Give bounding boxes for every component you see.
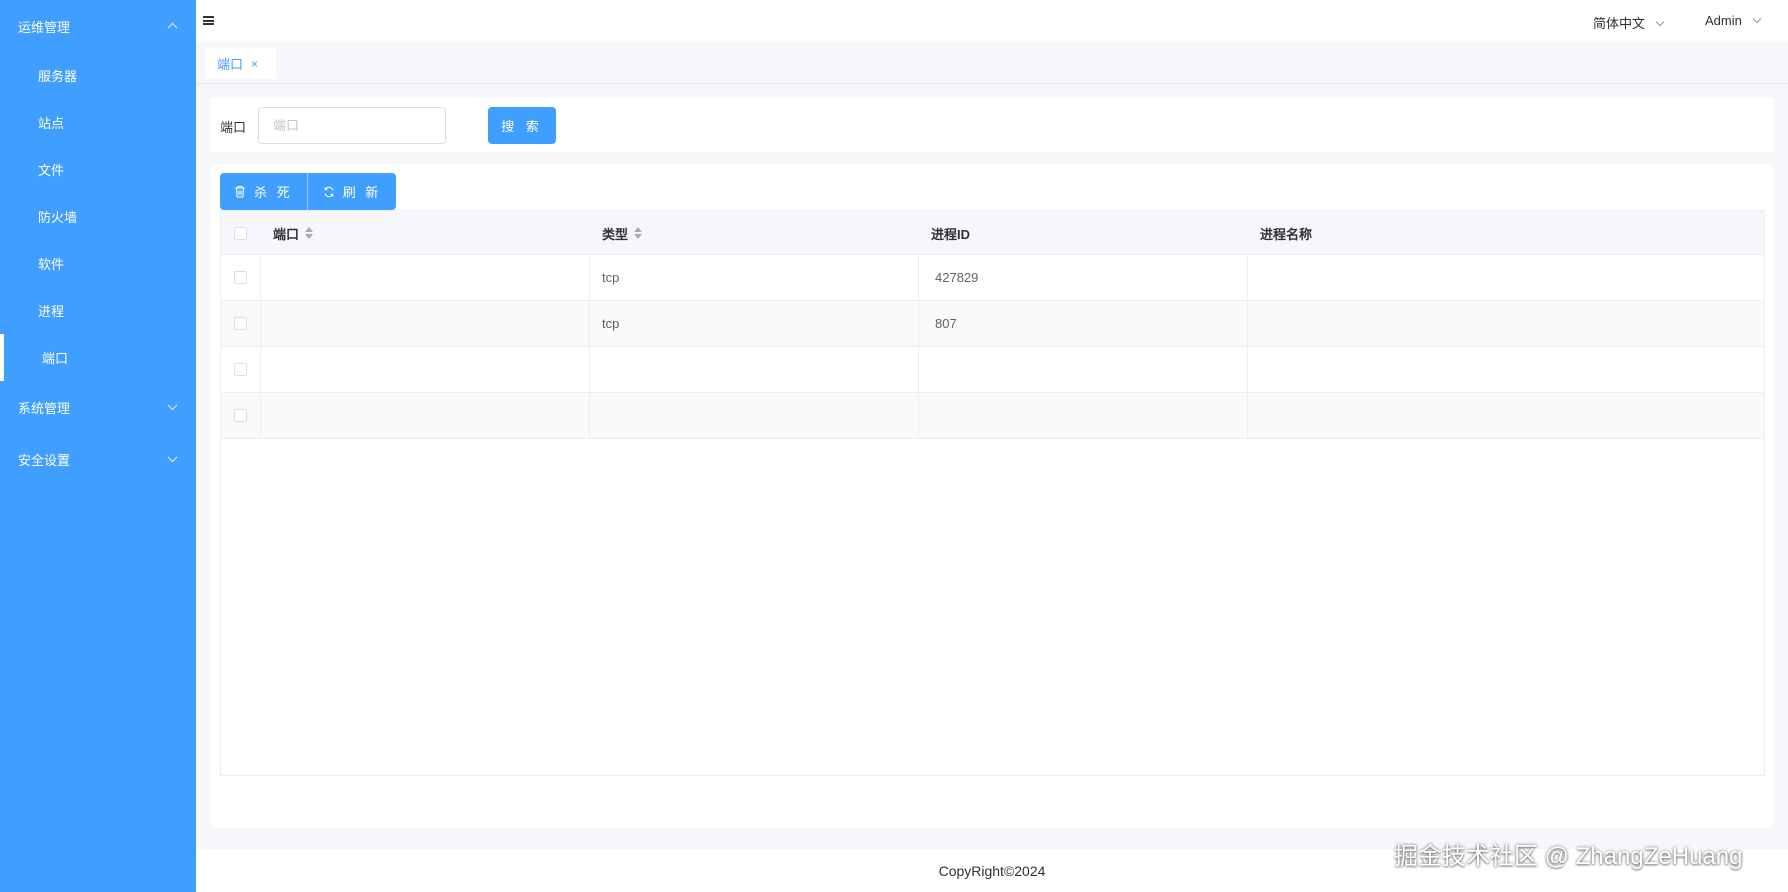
table-row[interactable]: tcp 427829 [221, 255, 1764, 301]
sidebar-item-label: 文件 [38, 163, 65, 178]
sidebar-item-server[interactable]: 服务器 [0, 52, 196, 99]
column-header-label: 类型 [602, 226, 629, 242]
top-header: 简体中文 Admin [196, 0, 1788, 42]
select-all-cell [234, 211, 247, 255]
kill-button[interactable]: 杀 死 [220, 173, 308, 210]
sidebar-item-process[interactable]: 进程 [0, 287, 196, 334]
port-search-input[interactable] [258, 107, 446, 144]
tabs-bar: 端口 × [196, 42, 1788, 84]
column-header-label: 端口 [273, 226, 300, 242]
table-row[interactable]: tcp 807 [221, 301, 1764, 347]
sidebar-item-label: 软件 [38, 257, 65, 272]
cell-type: tcp [602, 270, 620, 285]
table-row[interactable] [221, 347, 1764, 393]
toolbar: 杀 死 刷 新 [220, 173, 396, 210]
search-card: 端口 搜 索 [210, 98, 1774, 152]
hamburger-menu-icon[interactable] [203, 16, 214, 25]
cell-pid: 427829 [935, 270, 979, 285]
column-divider [260, 255, 261, 439]
column-header-process-name: 进程名称 [1260, 211, 1312, 255]
language-label: 简体中文 [1593, 16, 1646, 31]
sidebar-item-label: 服务器 [38, 69, 78, 84]
column-divider [589, 255, 590, 439]
column-header-port[interactable]: 端口 [273, 211, 314, 255]
menu-group-security-label: 安全设置 [18, 452, 71, 468]
table-row[interactable] [221, 393, 1764, 439]
column-header-type[interactable]: 类型 [602, 211, 643, 255]
sidebar-item-label: 防火墙 [38, 210, 78, 225]
chevron-down-icon [167, 452, 178, 463]
user-name: Admin [1705, 13, 1742, 28]
sidebar: 运维管理 服务器 站点 文件 防火墙 软件 进程 端口 系统管理 安全设置 [0, 0, 196, 892]
column-header-pid: 进程ID [931, 211, 970, 255]
sidebar-item-label: 端口 [42, 351, 69, 366]
search-button[interactable]: 搜 索 [488, 107, 556, 144]
chevron-down-icon [1752, 14, 1762, 24]
row-select-cell [234, 347, 247, 392]
ports-table: 端口 类型 进程ID 进程名称 tcp 427829 tcp 807 [220, 210, 1765, 776]
column-divider [918, 255, 919, 439]
sidebar-item-label: 站点 [38, 116, 65, 131]
kill-button-label: 杀 死 [254, 185, 293, 200]
menu-group-ops[interactable]: 运维管理 [0, 0, 196, 52]
row-checkbox[interactable] [234, 363, 247, 376]
menu-group-system[interactable]: 系统管理 [0, 381, 196, 433]
column-header-label: 进程ID [931, 226, 971, 242]
chevron-down-icon [167, 400, 178, 411]
refresh-icon [324, 186, 334, 197]
sidebar-item-software[interactable]: 软件 [0, 240, 196, 287]
sort-icon[interactable] [634, 227, 643, 239]
sidebar-item-firewall[interactable]: 防火墙 [0, 193, 196, 240]
search-label: 端口 [220, 120, 247, 135]
trash-icon [235, 185, 246, 198]
user-dropdown[interactable]: Admin [1705, 13, 1762, 28]
column-divider [1247, 255, 1248, 439]
menu-group-system-label: 系统管理 [18, 400, 71, 416]
sort-icon[interactable] [305, 227, 314, 239]
row-checkbox[interactable] [234, 317, 247, 330]
sidebar-item-port[interactable]: 端口 [0, 334, 196, 381]
chevron-up-icon [167, 22, 178, 33]
table-card: 杀 死 刷 新 端口 类型 进程ID 进程名称 tcp 427829 tcp 8… [210, 164, 1774, 828]
watermark-text: 掘金技术社区 @ ZhangZeHuang [1394, 843, 1743, 870]
row-checkbox[interactable] [234, 271, 247, 284]
table-header: 端口 类型 进程ID 进程名称 [221, 211, 1764, 255]
tab-label: 端口 [217, 57, 244, 72]
sidebar-item-label: 进程 [38, 304, 65, 319]
menu-group-security[interactable]: 安全设置 [0, 433, 196, 485]
close-icon[interactable]: × [251, 57, 258, 71]
column-header-label: 进程名称 [1260, 226, 1313, 242]
row-select-cell [234, 301, 247, 346]
refresh-button-label: 刷 新 [342, 185, 382, 200]
cell-type: tcp [602, 316, 620, 331]
language-dropdown[interactable]: 简体中文 [1593, 13, 1665, 32]
tab-port[interactable]: 端口 × [206, 48, 277, 79]
row-select-cell [234, 255, 247, 300]
select-all-checkbox[interactable] [234, 226, 247, 240]
sidebar-item-file[interactable]: 文件 [0, 146, 196, 193]
sidebar-item-site[interactable]: 站点 [0, 99, 196, 146]
row-select-cell [234, 393, 247, 438]
refresh-button[interactable]: 刷 新 [308, 173, 396, 210]
main-content: 端口 搜 索 杀 死 刷 新 端口 [196, 84, 1788, 849]
menu-group-ops-label: 运维管理 [18, 19, 71, 35]
row-checkbox[interactable] [234, 409, 247, 422]
cell-pid: 807 [935, 316, 957, 331]
copyright-text: CopyRight©2024 [938, 862, 1046, 879]
chevron-down-icon [1655, 17, 1665, 27]
